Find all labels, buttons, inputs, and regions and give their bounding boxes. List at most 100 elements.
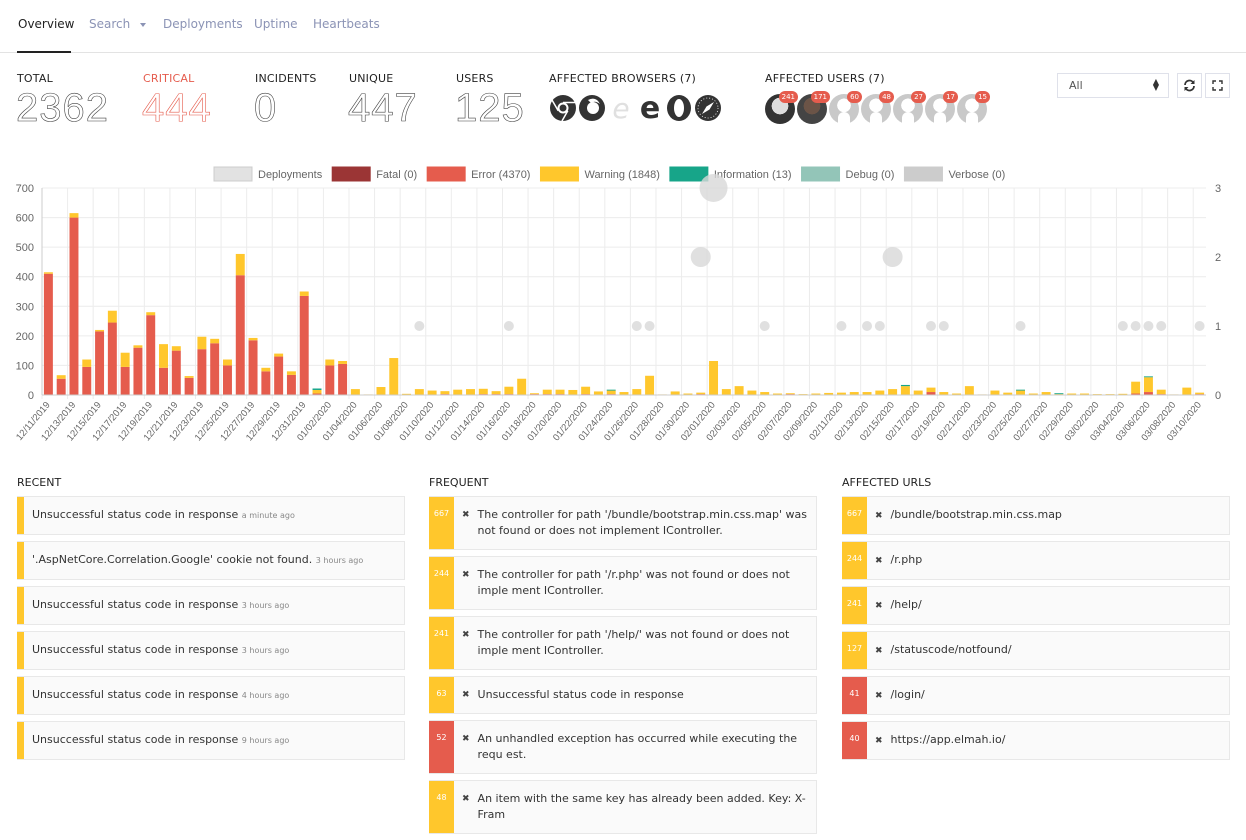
bar-warning	[389, 358, 399, 395]
count-badge: 40	[842, 722, 867, 759]
tab-uptime[interactable]: Uptime	[254, 17, 298, 31]
bar-error	[184, 377, 194, 395]
list-item[interactable]: 52 ✖ An unhandled exception has occurred w…	[429, 720, 817, 774]
avatar[interactable]: 60	[829, 91, 862, 124]
list-item[interactable]: 244 ✖ /r.php	[842, 541, 1230, 580]
svg-text:e: e	[612, 94, 629, 122]
severity-bar	[17, 722, 24, 759]
list-item[interactable]: 241 ✖ /help/	[842, 586, 1230, 625]
filter-select[interactable]: All ▲ ▼	[1057, 73, 1169, 98]
bar-warning	[491, 391, 501, 395]
list-item[interactable]: 127 ✖ /statuscode/notfound/	[842, 631, 1230, 670]
close-icon: ✖	[462, 570, 470, 580]
stat-incidents-label: INCIDENTS	[255, 72, 317, 85]
bar-warning	[568, 389, 578, 395]
refresh-button[interactable]	[1177, 73, 1202, 98]
close-icon: ✖	[875, 556, 883, 566]
bar-error	[171, 350, 181, 395]
opera-icon[interactable]	[665, 94, 693, 122]
list-item[interactable]: 667 ✖ /bundle/bootstrap.min.css.map	[842, 496, 1230, 535]
stat-users-label: USERS	[456, 72, 494, 85]
bar-warning	[888, 389, 898, 395]
legend-label: Warning (1848)	[584, 169, 659, 181]
chrome-icon[interactable]	[549, 94, 577, 122]
avatar[interactable]: 241	[765, 91, 798, 124]
bar-warning	[734, 386, 744, 395]
y2-tick-label: 3	[1215, 183, 1221, 195]
avatar[interactable]: 17	[925, 91, 958, 124]
affected-urls-list: 667 ✖ /bundle/bootstrap.min.css.map 244 ✖ /r…	[842, 496, 1230, 766]
bar-error	[107, 322, 117, 395]
bar-warning	[1182, 387, 1192, 395]
y2-tick-label: 0	[1215, 390, 1221, 402]
bar-warning	[133, 345, 143, 348]
url: /help/	[890, 598, 922, 611]
tab-overview[interactable]: Overview	[18, 17, 75, 31]
bar-error	[325, 365, 335, 395]
bar-error	[146, 315, 156, 395]
deployment-point	[1194, 321, 1205, 331]
list-item[interactable]: '.AspNetCore.Correlation.Google' cookie …	[17, 541, 405, 580]
list-item[interactable]: 244 ✖ The controller for path '/r.php' was…	[429, 556, 817, 610]
edge-icon[interactable]: e	[636, 94, 664, 122]
count-badge: 241	[429, 617, 454, 669]
avatar[interactable]: 15	[957, 91, 990, 124]
list-item[interactable]: Unsuccessful status code in response 9 h…	[17, 721, 405, 760]
message: An unhandled exception has occurred whil…	[477, 732, 798, 761]
y-tick-label: 700	[16, 183, 34, 195]
list-item[interactable]: 63 ✖ Unsuccessful status code in response	[429, 676, 817, 714]
deployment-point	[503, 321, 514, 331]
timestamp: 4 hours ago	[241, 691, 290, 700]
list-item[interactable]: 667 ✖ The controller for path '/bundle/boo…	[429, 496, 817, 550]
fullscreen-button[interactable]	[1205, 73, 1230, 98]
bar-information	[1016, 389, 1026, 391]
close-icon: ✖	[462, 630, 470, 640]
tab-search[interactable]: Search	[89, 17, 147, 31]
bar-warning	[453, 389, 463, 395]
bar-information	[606, 389, 616, 391]
bar-warning	[120, 352, 130, 367]
list-item[interactable]: Unsuccessful status code in response 3 h…	[17, 586, 405, 625]
list-item[interactable]: 48 ✖ An item with the same key has already…	[429, 780, 817, 834]
frequent-title: FREQUENT	[429, 476, 489, 489]
bar-error	[210, 343, 220, 395]
tab-heartbeats[interactable]: Heartbeats	[313, 17, 380, 31]
safari-icon[interactable]	[694, 94, 722, 122]
message: The controller for path '/r.php' was not…	[477, 568, 790, 597]
bar-warning	[146, 312, 156, 316]
refresh-icon	[1184, 79, 1195, 92]
list-item[interactable]: Unsuccessful status code in response 4 h…	[17, 676, 405, 715]
affected-browsers-label: AFFECTED BROWSERS (7)	[549, 72, 697, 85]
stat-users-value: 125	[455, 86, 525, 131]
legend-swatch	[213, 166, 253, 182]
y-tick-label: 200	[16, 331, 34, 343]
url: /bundle/bootstrap.min.css.map	[890, 508, 1062, 521]
list-item[interactable]: Unsuccessful status code in response a m…	[17, 496, 405, 535]
avatar[interactable]: 171	[797, 91, 830, 124]
firefox-icon[interactable]	[578, 94, 606, 122]
bar-error	[222, 365, 232, 395]
user-count-badge: 27	[911, 91, 926, 103]
list-item[interactable]: 241 ✖ The controller for path '/help/' was…	[429, 616, 817, 670]
user-count-badge: 241	[778, 91, 798, 103]
bar-warning	[504, 386, 514, 395]
avatar[interactable]: 48	[861, 91, 894, 124]
deployment-point	[836, 321, 847, 331]
stat-critical-label: CRITICAL	[143, 72, 195, 85]
tab-deployments[interactable]: Deployments	[163, 17, 243, 31]
y2-tick-label: 1	[1215, 321, 1221, 333]
bar-warning	[670, 391, 680, 395]
list-item[interactable]: Unsuccessful status code in response 3 h…	[17, 631, 405, 670]
bar-warning	[107, 310, 117, 323]
bar-information	[1143, 376, 1153, 378]
list-item[interactable]: 41 ✖ /login/	[842, 676, 1230, 715]
bar-warning	[747, 390, 757, 395]
bar-warning	[159, 344, 168, 368]
count-badge: 667	[842, 497, 867, 534]
bar-warning	[376, 387, 386, 395]
avatar[interactable]: 27	[893, 91, 926, 124]
list-item[interactable]: 40 ✖ https://app.elmah.io/	[842, 721, 1230, 760]
internet-explorer-icon[interactable]: e	[607, 94, 635, 122]
timestamp: 3 hours ago	[241, 601, 290, 610]
message: An item with the same key has already be…	[477, 792, 806, 821]
